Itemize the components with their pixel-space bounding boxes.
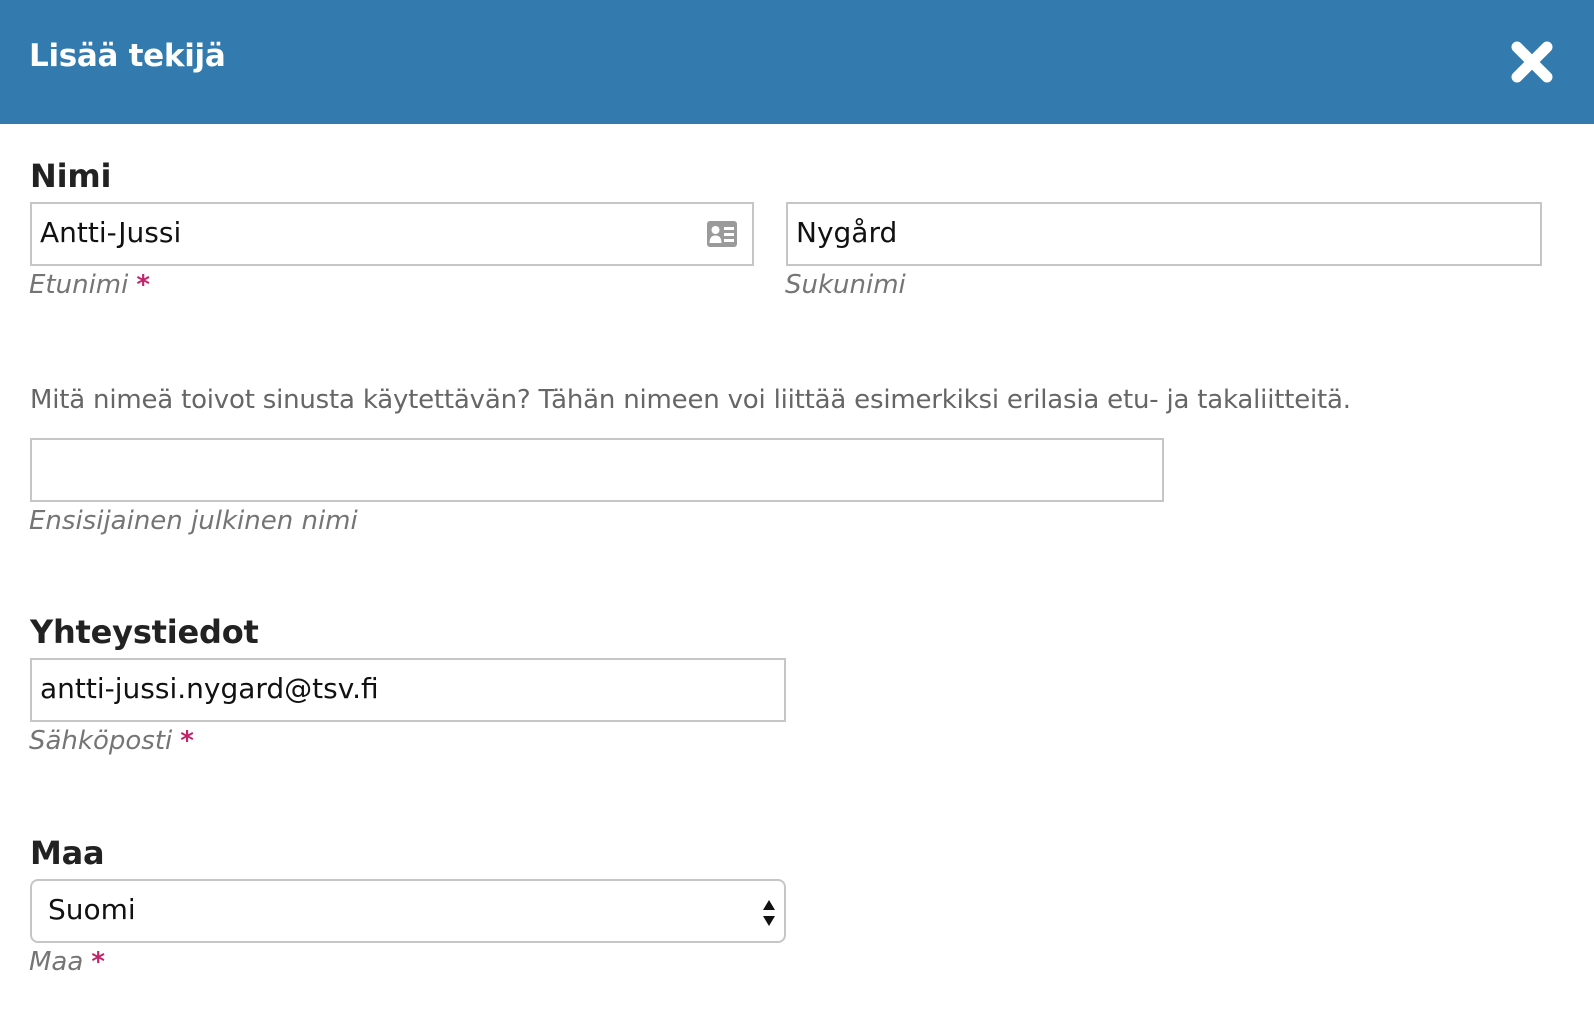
- given-name-field[interactable]: Antti-Jussi: [30, 202, 754, 266]
- email-value: antti-jussi.nygard@tsv.fi: [40, 672, 379, 705]
- email-field[interactable]: antti-jussi.nygard@tsv.fi: [30, 658, 786, 722]
- preferred-name-hint: Ensisijainen julkinen nimi: [29, 506, 358, 536]
- dialog-title: Lisää tekijä: [29, 38, 226, 74]
- given-name-required-mark: *: [136, 270, 150, 300]
- name-section-label: Nimi: [30, 157, 112, 195]
- family-name-value: Nygård: [796, 216, 898, 249]
- given-name-hint: Etunimi *: [29, 270, 150, 300]
- select-arrows-icon: [763, 900, 775, 926]
- preferred-name-field[interactable]: [30, 438, 1164, 502]
- family-name-field[interactable]: Nygård: [786, 202, 1542, 266]
- country-select[interactable]: Suomi: [30, 879, 786, 943]
- dialog-header: Lisää tekijä: [0, 0, 1594, 124]
- preferred-name-description: Mitä nimeä toivot sinusta käytettävän? T…: [30, 385, 1351, 415]
- contact-card-icon[interactable]: [706, 220, 738, 248]
- country-hint: Maa *: [29, 947, 105, 977]
- country-hint-text: Maa: [29, 947, 84, 977]
- given-name-value: Antti-Jussi: [40, 216, 182, 249]
- close-button[interactable]: [1508, 38, 1556, 86]
- email-required-mark: *: [180, 726, 194, 756]
- email-hint-text: Sähköposti: [29, 726, 173, 756]
- given-name-hint-text: Etunimi: [29, 270, 129, 300]
- contact-section-label: Yhteystiedot: [30, 613, 259, 651]
- country-required-mark: *: [91, 947, 105, 977]
- close-icon: [1511, 41, 1553, 83]
- country-section-label: Maa: [30, 834, 105, 872]
- family-name-hint-text: Sukunimi: [785, 270, 906, 300]
- preferred-name-hint-text: Ensisijainen julkinen nimi: [29, 506, 358, 536]
- country-selected-value: Suomi: [48, 893, 136, 926]
- email-hint: Sähköposti *: [29, 726, 194, 756]
- family-name-hint: Sukunimi: [785, 270, 906, 300]
